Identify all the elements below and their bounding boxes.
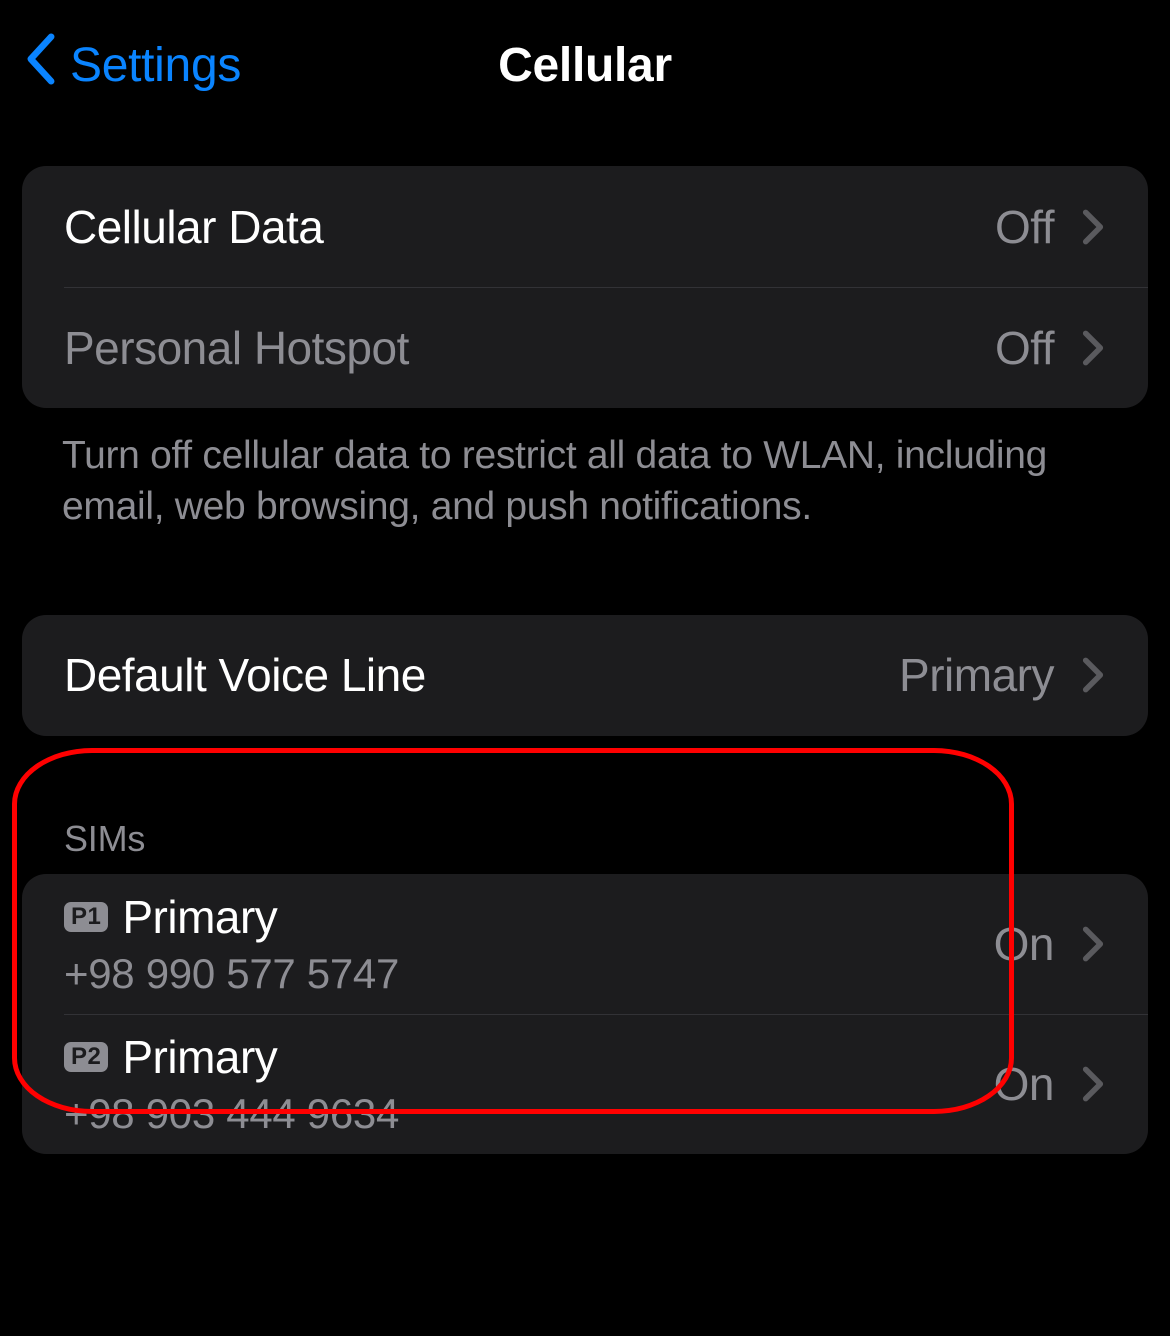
row-value: Off (995, 200, 1054, 254)
content: Cellular Data Off Personal Hotspot Off T… (0, 130, 1170, 1154)
row-sim[interactable]: P1 Primary +98 990 577 5747 On (22, 874, 1148, 1014)
sim-badge: P1 (64, 902, 108, 932)
chevron-left-icon (24, 33, 70, 97)
sim-status: On (994, 1057, 1054, 1111)
sim-status: On (994, 917, 1054, 971)
back-label: Settings (70, 38, 241, 93)
sim-name: Primary (122, 890, 277, 944)
nav-bar: Settings Cellular (0, 0, 1170, 130)
group-footer-text: Turn off cellular data to restrict all d… (22, 408, 1148, 533)
back-button[interactable]: Settings (24, 33, 241, 97)
sim-phone-number: +98 990 577 5747 (64, 950, 994, 998)
row-personal-hotspot[interactable]: Personal Hotspot Off (22, 287, 1148, 408)
sim-badge: P2 (64, 1042, 108, 1072)
sim-phone-number: +98 903 444 9634 (64, 1090, 994, 1138)
row-value: Off (995, 321, 1054, 375)
sim-info: P2 Primary +98 903 444 9634 (64, 1030, 994, 1138)
row-default-voice-line[interactable]: Default Voice Line Primary (22, 615, 1148, 736)
chevron-right-icon (1082, 656, 1104, 694)
row-sim[interactable]: P2 Primary +98 903 444 9634 On (22, 1014, 1148, 1154)
row-label: Default Voice Line (64, 648, 899, 702)
group-cellular: Cellular Data Off Personal Hotspot Off (22, 166, 1148, 408)
chevron-right-icon (1082, 1065, 1104, 1103)
chevron-right-icon (1082, 208, 1104, 246)
sim-name: Primary (122, 1030, 277, 1084)
chevron-right-icon (1082, 925, 1104, 963)
row-label: Cellular Data (64, 200, 995, 254)
section-header-sims: SIMs (22, 818, 1148, 874)
row-label: Personal Hotspot (64, 321, 995, 375)
sim-info: P1 Primary +98 990 577 5747 (64, 890, 994, 998)
group-sims: P1 Primary +98 990 577 5747 On P2 Primar… (22, 874, 1148, 1154)
group-voice-line: Default Voice Line Primary (22, 615, 1148, 736)
row-value: Primary (899, 648, 1054, 702)
page-title: Cellular (498, 38, 672, 93)
row-cellular-data[interactable]: Cellular Data Off (22, 166, 1148, 287)
chevron-right-icon (1082, 329, 1104, 367)
